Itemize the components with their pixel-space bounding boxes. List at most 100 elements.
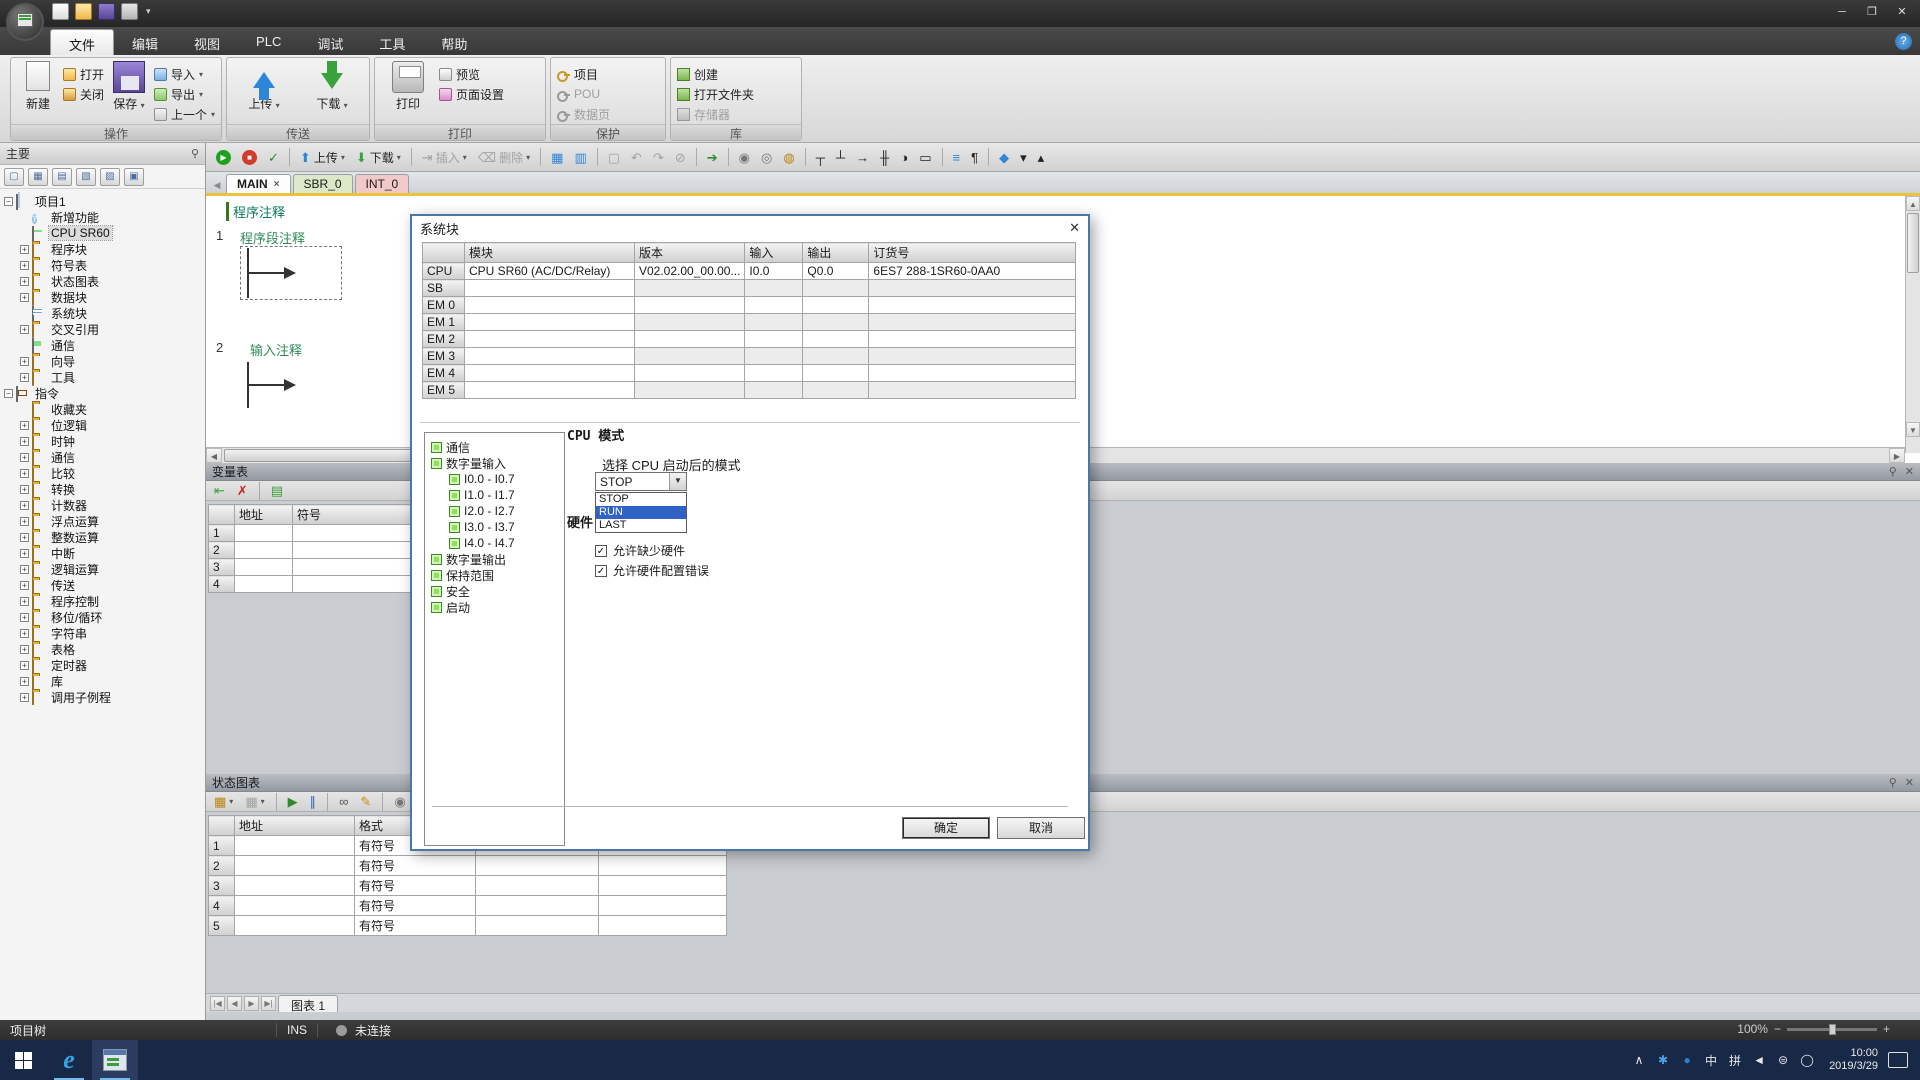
value-cell[interactable] <box>599 856 727 876</box>
tree-item[interactable]: 收藏夹 <box>0 401 205 417</box>
module-table[interactable]: 模块版本输入输出订货号CPUCPU SR60 (AC/DC/Relay)V02.… <box>422 242 1076 399</box>
expand-icon[interactable]: + <box>20 629 29 638</box>
undo-button[interactable]: ↶ <box>627 146 646 168</box>
force-lock-button[interactable]: ◉ <box>390 791 409 813</box>
line-down-button[interactable]: ┬ <box>812 146 829 168</box>
tab-scroll-left-icon[interactable]: ◀ <box>210 177 224 193</box>
module-cell[interactable] <box>869 280 1076 297</box>
comment-toggle-button[interactable]: ¶ <box>967 146 982 168</box>
bookmark-next-button[interactable]: ▾ <box>1016 146 1031 168</box>
module-cell[interactable] <box>745 331 803 348</box>
tree-item[interactable]: +数据块 <box>0 289 205 305</box>
protect-data-page-button[interactable]: 数据页 <box>557 105 610 123</box>
tree-item[interactable]: +向导 <box>0 353 205 369</box>
module-table-row[interactable]: EM 3 <box>423 348 1076 365</box>
config-tree-item[interactable]: I0.0 - I0.7 <box>425 471 564 487</box>
expand-icon[interactable]: + <box>20 261 29 270</box>
tree-item[interactable]: +位逻辑 <box>0 417 205 433</box>
address-cell[interactable] <box>235 525 293 542</box>
chart-pause-button[interactable]: ∥ <box>306 791 321 813</box>
pin-icon[interactable]: ⚲ <box>1889 465 1897 478</box>
format-cell[interactable]: 有符号 <box>355 856 476 876</box>
new-button[interactable]: 新建 <box>17 61 59 124</box>
config-tree-item[interactable]: I2.0 - I2.7 <box>425 503 564 519</box>
module-cell[interactable] <box>803 297 869 314</box>
crossref-view-icon[interactable]: ▨ <box>100 168 120 186</box>
module-cell[interactable]: 6ES7 288-1SR60-0AA0 <box>869 263 1076 280</box>
tree-item[interactable]: +浮点运算 <box>0 513 205 529</box>
expand-icon[interactable]: + <box>20 533 29 542</box>
status-chart-view-icon[interactable]: ▤ <box>52 168 72 186</box>
project-tree-view-icon[interactable]: ▢ <box>4 168 24 186</box>
minimize-button[interactable]: ─ <box>1828 2 1856 21</box>
editor-tab-SBR_0[interactable]: SBR_0 <box>293 174 353 193</box>
expand-icon[interactable]: + <box>20 373 29 382</box>
menu-tab-工具[interactable]: 工具 <box>361 29 423 55</box>
expand-icon[interactable]: + <box>20 325 29 334</box>
upload-button[interactable]: 上传 ▾ <box>237 61 291 124</box>
goto-button[interactable]: ➔ <box>703 146 722 168</box>
cancel-compile-button[interactable]: ⊘ <box>671 146 690 168</box>
cpu-mode-combobox[interactable]: STOP ▼ <box>595 472 687 491</box>
next-chart-icon[interactable]: ▶ <box>244 996 259 1011</box>
taskbar-clock[interactable]: 10:00 2019/3/29 <box>1829 1047 1878 1073</box>
module-cell[interactable] <box>465 314 635 331</box>
compare-pou-button[interactable]: ▦ <box>547 146 567 168</box>
module-cell[interactable] <box>745 280 803 297</box>
tree-item[interactable]: +符号表 <box>0 257 205 273</box>
pin-icon[interactable]: ⚲ <box>191 147 199 160</box>
dialog-close-icon[interactable]: ✕ <box>1069 220 1080 236</box>
tree-item[interactable]: +工具 <box>0 369 205 385</box>
expand-icon[interactable]: + <box>20 661 29 670</box>
module-cell[interactable] <box>803 348 869 365</box>
config-tree-item[interactable]: I3.0 - I3.7 <box>425 519 564 535</box>
action-center-icon[interactable] <box>1888 1052 1908 1068</box>
menu-tab-PLC[interactable]: PLC <box>238 29 299 55</box>
menu-tab-编辑[interactable]: 编辑 <box>114 29 176 55</box>
tree-item[interactable]: −项目1 <box>0 193 205 209</box>
value-cell[interactable] <box>599 876 727 896</box>
unforce-button[interactable]: ◎ <box>757 146 776 168</box>
security-icon[interactable]: ● <box>1675 1053 1699 1067</box>
address-cell[interactable] <box>235 876 355 896</box>
read-button[interactable]: ∞ <box>335 791 352 813</box>
tree-item[interactable]: +中断 <box>0 545 205 561</box>
module-cell[interactable] <box>869 297 1076 314</box>
module-cell[interactable]: CPU SR60 (AC/DC/Relay) <box>465 263 635 280</box>
close-panel-icon[interactable]: ✕ <box>1905 776 1914 789</box>
table-row[interactable]: 1 <box>209 525 421 542</box>
tree-item[interactable]: +定时器 <box>0 657 205 673</box>
symbol-cell[interactable] <box>293 542 421 559</box>
download-button[interactable]: ⬇下载▾ <box>352 146 405 168</box>
module-cell[interactable] <box>635 314 745 331</box>
ladder-wire[interactable] <box>240 246 350 304</box>
insert-chart-button[interactable]: ▦▾ <box>210 791 237 813</box>
zoom-out-icon[interactable]: − <box>1774 1022 1781 1036</box>
config-tree-item[interactable]: I1.0 - I1.7 <box>425 487 564 503</box>
module-cell[interactable] <box>869 314 1076 331</box>
module-cell[interactable] <box>803 382 869 399</box>
bluetooth-icon[interactable]: ✱ <box>1651 1053 1675 1067</box>
maximize-button[interactable]: ❐ <box>1858 2 1886 21</box>
config-tree-item[interactable]: 数字量输入 <box>425 455 564 471</box>
checkbox-icon[interactable]: ✓ <box>595 545 607 557</box>
bookmark-button[interactable]: ◆ <box>995 146 1013 168</box>
address-toggle-button[interactable]: ≡ <box>949 146 965 168</box>
tree-item[interactable]: +程序控制 <box>0 593 205 609</box>
cancel-button[interactable]: 取消 <box>997 817 1085 839</box>
tree-item[interactable]: +字符串 <box>0 625 205 641</box>
config-tree-item[interactable]: 数字量输出 <box>425 551 564 567</box>
value-cell[interactable] <box>476 896 599 916</box>
expand-icon[interactable]: + <box>20 581 29 590</box>
tree-item[interactable]: +整数运算 <box>0 529 205 545</box>
value-cell[interactable] <box>476 856 599 876</box>
module-cell[interactable] <box>465 382 635 399</box>
tree-item[interactable]: +时钟 <box>0 433 205 449</box>
save-icon[interactable] <box>98 3 115 20</box>
config-tree-item[interactable]: I4.0 - I4.7 <box>425 535 564 551</box>
coil-button[interactable]: ◑ <box>896 146 912 168</box>
protect-project-button[interactable]: 项目 <box>557 65 610 83</box>
run-button[interactable]: ▶ <box>212 146 235 168</box>
tree-item[interactable]: +通信 <box>0 449 205 465</box>
menu-tab-文件[interactable]: 文件 <box>50 29 114 55</box>
